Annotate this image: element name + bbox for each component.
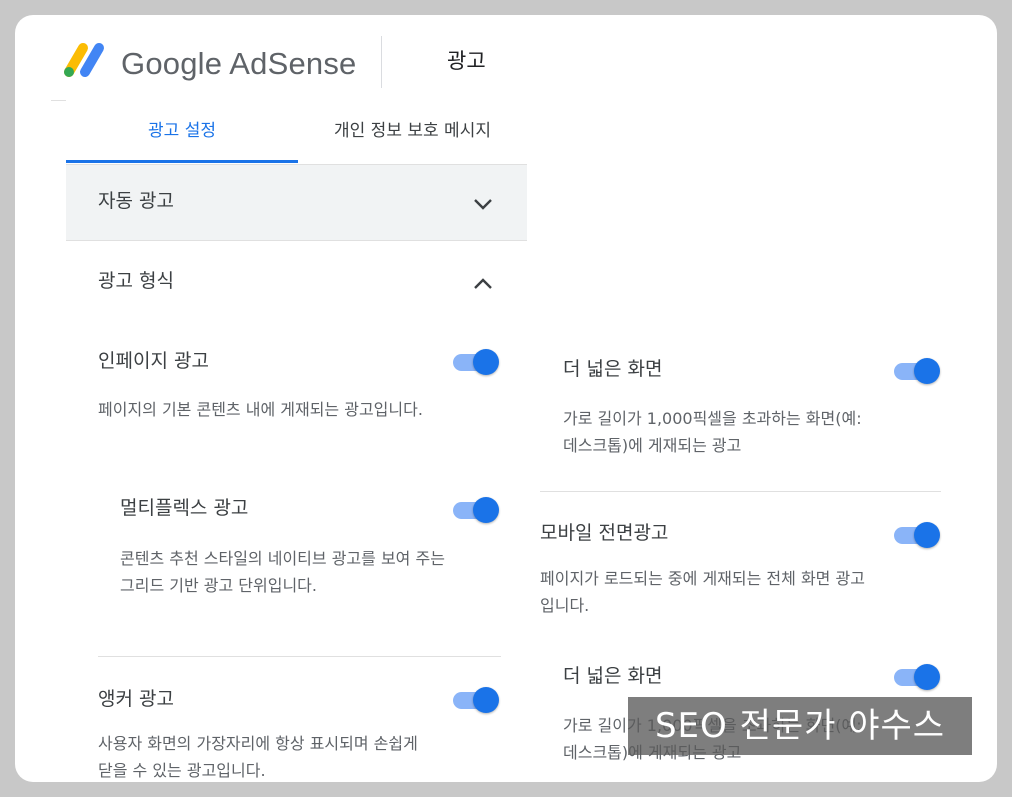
toggle-knob	[914, 522, 940, 548]
divider	[540, 491, 941, 492]
chevron-down-icon[interactable]	[470, 191, 496, 217]
wider-screen-toggle-2[interactable]	[892, 662, 942, 692]
tab-bar: 광고 설정 개인 정보 보호 메시지	[66, 100, 527, 165]
active-tab-indicator	[66, 160, 298, 163]
wider-screen-title-1: 더 넓은 화면	[563, 358, 663, 380]
inpage-ads-desc: 페이지의 기본 콘텐츠 내에 게재되는 광고입니다.	[98, 400, 423, 419]
adsense-logo-icon	[64, 43, 104, 77]
wider-screen-desc-1: 가로 길이가 1,000픽셀을 초과하는 화면(예: 데스크톱)에 게재되는 광…	[563, 409, 862, 455]
mobile-vignette-title: 모바일 전면광고	[540, 522, 669, 544]
multiplex-ads-toggle[interactable]	[451, 495, 501, 525]
anchor-ads-toggle[interactable]	[451, 685, 501, 715]
chevron-up-icon[interactable]	[470, 271, 496, 297]
tab-ad-settings[interactable]: 광고 설정	[66, 100, 298, 164]
settings-panel: 광고 설정 개인 정보 보호 메시지 자동 광고 광고 형식 인페이지 광고 페…	[66, 100, 527, 782]
section-ad-formats-title: 광고 형식	[98, 270, 174, 292]
multiplex-ads-desc: 콘텐츠 추천 스타일의 네이티브 광고를 보여 주는 그리드 기반 광고 단위입…	[120, 549, 445, 595]
page-title: 광고	[447, 49, 486, 73]
multiplex-ads-title: 멀티플렉스 광고	[120, 497, 249, 519]
anchor-ads-title: 앵커 광고	[98, 688, 174, 710]
section-auto-ads[interactable]: 자동 광고	[66, 165, 527, 241]
inpage-ads-title: 인페이지 광고	[98, 350, 209, 372]
wider-screen-title-2: 더 넓은 화면	[563, 665, 663, 687]
watermark-text: SEO 전문가 야수스	[628, 697, 972, 755]
toggle-knob	[473, 687, 499, 713]
mobile-vignette-desc: 페이지가 로드되는 중에 게재되는 전체 화면 광고입니다.	[540, 569, 865, 615]
toggle-knob	[914, 358, 940, 384]
toggle-knob	[473, 497, 499, 523]
divider	[98, 656, 501, 657]
mobile-vignette-toggle[interactable]	[892, 520, 942, 550]
app-header: Google AdSense 광고	[51, 30, 527, 101]
header-divider	[381, 36, 382, 88]
toggle-knob	[473, 349, 499, 375]
section-auto-ads-title: 자동 광고	[98, 190, 174, 212]
toggle-knob	[914, 664, 940, 690]
screenshot-card: Google AdSense 광고 광고 설정 개인 정보 보호 메시지 자동 …	[15, 15, 997, 782]
wider-screen-toggle-1[interactable]	[892, 356, 942, 386]
brand-name: Google AdSense	[121, 46, 357, 81]
anchor-ads-desc: 사용자 화면의 가장자리에 항상 표시되며 손쉽게 닫을 수 있는 광고입니다.	[98, 734, 418, 780]
inpage-ads-toggle[interactable]	[451, 347, 501, 377]
tab-privacy-messages[interactable]: 개인 정보 보호 메시지	[298, 100, 527, 164]
